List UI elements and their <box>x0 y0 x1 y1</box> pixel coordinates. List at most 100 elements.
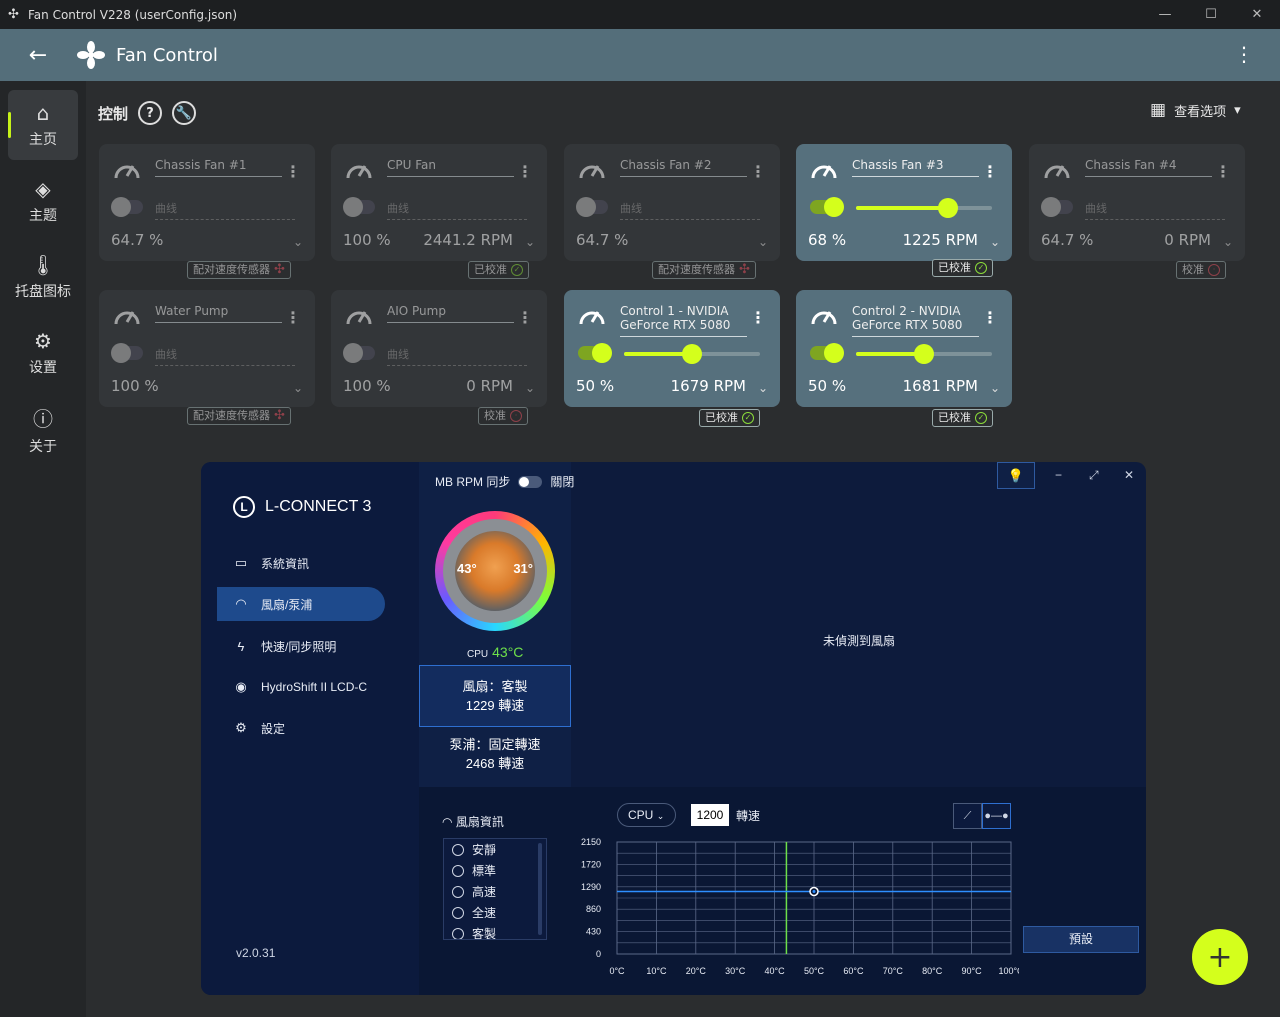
fan-card[interactable]: Control 2 - NVIDIA GeForce RTX 5080 ⋮ 50… <box>796 290 1012 407</box>
calibration-badge[interactable]: 配对速度传感器 ✣ <box>652 261 756 279</box>
wrench-icon[interactable]: 🔧 <box>172 101 197 125</box>
radio-icon[interactable] <box>452 864 464 877</box>
add-button[interactable]: + <box>1192 929 1248 985</box>
calibration-badge[interactable]: 已校准 ✓ <box>699 409 760 427</box>
fan-name[interactable]: Water Pump <box>155 304 282 323</box>
chevron-down-icon[interactable]: ⌄ <box>990 381 1000 395</box>
calibration-badge[interactable]: 已校准 ✓ <box>468 261 529 279</box>
chevron-down-icon[interactable]: ⌄ <box>758 235 768 249</box>
chevron-down-icon[interactable]: ⌄ <box>293 381 303 395</box>
lc-maximize-button[interactable]: ⤢ <box>1089 468 1099 483</box>
enable-toggle[interactable] <box>1041 197 1073 217</box>
enable-toggle[interactable] <box>578 343 612 363</box>
minimize-button[interactable]: — <box>1142 0 1188 29</box>
chevron-down-icon[interactable]: ⌄ <box>1223 235 1233 249</box>
lc-minimize-button[interactable]: − <box>1055 468 1062 482</box>
fan-mode-option[interactable]: 客製 <box>444 923 546 939</box>
curve-select[interactable]: 曲线 <box>1085 200 1225 220</box>
curve-mode-icon[interactable]: ⟋ <box>953 803 982 829</box>
help-icon[interactable]: ? <box>138 101 163 125</box>
slider-thumb[interactable] <box>682 344 702 364</box>
close-button[interactable]: ✕ <box>1234 0 1280 29</box>
curve-select[interactable]: 曲线 <box>155 200 295 220</box>
more-vert-icon[interactable]: ⋮ <box>1215 162 1231 181</box>
fan-mode-option[interactable]: 高速 <box>444 881 546 902</box>
chevron-down-icon[interactable]: ⌄ <box>525 381 535 395</box>
more-vert-icon[interactable]: ⋮ <box>750 308 766 327</box>
more-vert-icon[interactable]: ⋮ <box>982 162 998 181</box>
more-vert-icon[interactable]: ⋮ <box>285 162 301 181</box>
sidebar-item-4[interactable]: ⓘ 关于 <box>8 394 78 464</box>
more-vert-icon[interactable]: ⋮ <box>517 308 533 327</box>
sensor-select[interactable]: CPU ⌄ <box>617 803 676 827</box>
fixed-mode-icon[interactable]: ●—● <box>982 803 1011 829</box>
fan-name[interactable]: Chassis Fan #3 <box>852 158 979 177</box>
chevron-down-icon[interactable]: ⌄ <box>990 235 1000 249</box>
calibration-badge[interactable]: 配对速度传感器 ✣ <box>187 261 291 279</box>
fan-card[interactable]: Chassis Fan #1 ⋮ 曲线 64.7 % ⌄ <box>99 144 315 261</box>
fan-name[interactable]: AIO Pump <box>387 304 514 323</box>
speed-slider[interactable] <box>856 198 992 218</box>
enable-toggle[interactable] <box>576 197 608 217</box>
sidebar-item-3[interactable]: ⚙ 设置 <box>8 318 78 388</box>
fan-mode-box[interactable]: 風扇：客製 1229 轉速 <box>419 665 571 727</box>
radio-icon[interactable] <box>452 885 464 898</box>
fan-card[interactable]: Chassis Fan #4 ⋮ 曲线 64.7 % 0 RPM ⌄ <box>1029 144 1245 261</box>
calibration-badge[interactable]: 已校准 ✓ <box>932 259 993 277</box>
radio-icon[interactable] <box>452 843 464 856</box>
fan-name[interactable]: Chassis Fan #1 <box>155 158 282 177</box>
maximize-button[interactable]: ☐ <box>1188 0 1234 29</box>
chevron-down-icon[interactable]: ⌄ <box>525 235 535 249</box>
mode-list-scrollbar[interactable] <box>538 843 542 935</box>
calibration-badge[interactable]: 校准 · <box>1176 261 1226 279</box>
enable-toggle[interactable] <box>810 343 844 363</box>
more-vert-icon[interactable]: ⋮ <box>517 162 533 181</box>
speed-slider[interactable] <box>624 344 760 364</box>
curve-select[interactable]: 曲线 <box>155 346 295 366</box>
calibration-badge[interactable]: 已校准 ✓ <box>932 409 993 427</box>
lc-close-button[interactable]: ✕ <box>1124 468 1134 482</box>
enable-toggle[interactable] <box>810 197 844 217</box>
lconnect-nav-item[interactable]: ϟ 快速/同步照明 <box>217 629 385 663</box>
fan-name[interactable]: Control 2 - NVIDIA GeForce RTX 5080 <box>852 304 979 337</box>
lconnect-nav-item[interactable]: ⚙ 設定 <box>217 711 385 745</box>
fan-mode-option[interactable]: 全速 <box>444 902 546 923</box>
sidebar-item-2[interactable]: 🌡 托盘图标 <box>8 242 78 312</box>
curve-select[interactable]: 曲线 <box>620 200 760 220</box>
radio-icon[interactable] <box>452 927 464 939</box>
back-arrow-icon[interactable]: ← <box>0 43 76 68</box>
fan-mode-option[interactable]: 安靜 <box>444 839 546 860</box>
lcd-preview[interactable]: 43° 31° <box>435 511 555 631</box>
enable-toggle[interactable] <box>343 343 375 363</box>
enable-toggle[interactable] <box>111 197 143 217</box>
speed-slider[interactable] <box>856 344 992 364</box>
enable-toggle[interactable] <box>111 343 143 363</box>
slider-thumb[interactable] <box>914 344 934 364</box>
fan-card[interactable]: AIO Pump ⋮ 曲线 100 % 0 RPM ⌄ <box>331 290 547 407</box>
calibration-badge[interactable]: 配对速度传感器 ✣ <box>187 407 291 425</box>
enable-toggle[interactable] <box>343 197 375 217</box>
sidebar-item-1[interactable]: ◈ 主题 <box>8 166 78 236</box>
fan-card[interactable]: CPU Fan ⋮ 曲线 100 % 2441.2 RPM ⌄ <box>331 144 547 261</box>
radio-icon[interactable] <box>452 906 464 919</box>
view-options-button[interactable]: ▦ 查看选项 ▾ <box>1150 100 1241 120</box>
fan-card[interactable]: Chassis Fan #2 ⋮ 曲线 64.7 % ⌄ <box>564 144 780 261</box>
lconnect-nav-item[interactable]: ◠ 風扇/泵浦 <box>217 587 385 621</box>
fan-card[interactable]: Water Pump ⋮ 曲线 100 % ⌄ <box>99 290 315 407</box>
curve-select[interactable]: 曲线 <box>387 346 527 366</box>
fan-name[interactable]: Chassis Fan #2 <box>620 158 747 177</box>
curve-select[interactable]: 曲线 <box>387 200 527 220</box>
chevron-down-icon[interactable]: ⌄ <box>293 235 303 249</box>
lconnect-nav-item[interactable]: ◉ HydroShift II LCD-C <box>217 670 385 704</box>
more-vert-icon[interactable]: ⋮ <box>1234 42 1254 66</box>
fan-name[interactable]: Chassis Fan #4 <box>1085 158 1212 177</box>
more-vert-icon[interactable]: ⋮ <box>750 162 766 181</box>
fan-name[interactable]: Control 1 - NVIDIA GeForce RTX 5080 <box>620 304 747 337</box>
sidebar-item-0[interactable]: ⌂ 主页 <box>8 90 78 160</box>
pump-mode-box[interactable]: 泵浦：固定轉速 2468 轉速 <box>419 735 571 773</box>
preset-button[interactable]: 預設 <box>1023 926 1139 953</box>
fan-mode-option[interactable]: 標準 <box>444 860 546 881</box>
lconnect-nav-item[interactable]: ▭ 系統資訊 <box>217 546 385 580</box>
lightbulb-button[interactable]: 💡 <box>997 462 1035 489</box>
calibration-badge[interactable]: 校准 · <box>478 407 528 425</box>
